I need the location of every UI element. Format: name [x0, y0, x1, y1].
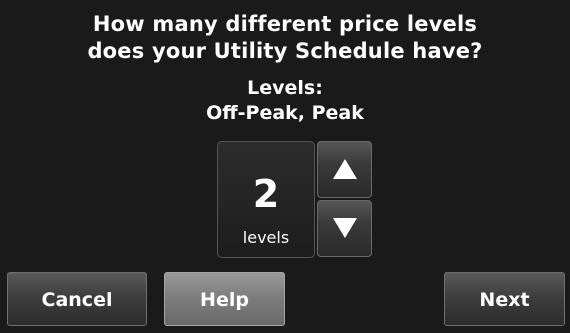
question-line-2: does your Utility Schedule have?: [87, 39, 483, 63]
cancel-button[interactable]: Cancel: [7, 272, 147, 326]
question-line-1: How many different price levels: [92, 12, 478, 36]
decrease-button[interactable]: [317, 200, 372, 257]
thermostat-screen: How many different price levels does you…: [0, 0, 570, 333]
level-count-unit: levels: [242, 228, 290, 247]
levels-heading: Levels:: [247, 77, 323, 99]
level-count-value: 2: [252, 172, 280, 216]
level-count-display: 2 levels: [217, 141, 315, 258]
help-button[interactable]: Help: [164, 272, 285, 326]
levels-values: Off-Peak, Peak: [206, 102, 364, 124]
increase-button[interactable]: [317, 141, 372, 198]
next-button[interactable]: Next: [444, 272, 565, 326]
